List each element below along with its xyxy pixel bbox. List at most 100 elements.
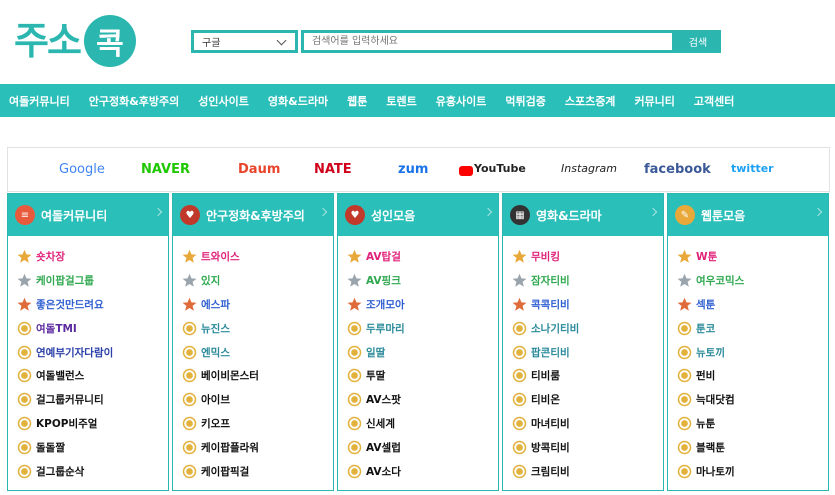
site-link[interactable]: AV소다 <box>347 459 498 483</box>
site-name: 엔믹스 <box>201 346 230 359</box>
site-link[interactable]: AV스팟 <box>347 388 498 412</box>
card-header[interactable]: ♥ 성인모음 <box>338 194 498 236</box>
site-link[interactable]: 티비온 <box>512 388 663 412</box>
site-name: 팝콘티비 <box>531 346 570 359</box>
site-link[interactable]: 무비킹 <box>512 245 663 269</box>
site-link[interactable]: 티비룸 <box>512 364 663 388</box>
brand-link-facebook[interactable]: facebook <box>644 162 711 177</box>
site-link[interactable]: 투딸 <box>347 364 498 388</box>
site-logo[interactable]: 주소 콕 <box>14 14 136 68</box>
site-name: 투딸 <box>366 370 386 383</box>
site-name: 잠자티비 <box>531 275 570 288</box>
site-link[interactable]: W툰 <box>677 245 828 269</box>
site-link[interactable]: 두루마리 <box>347 316 498 340</box>
brand-link-instagram[interactable]: Instagram <box>561 162 617 175</box>
search-engine-select[interactable]: 구글 <box>191 30 298 53</box>
medal-icon <box>182 321 197 336</box>
brand-link-zum[interactable]: zum <box>398 162 428 177</box>
site-link[interactable]: 팝콘티비 <box>512 340 663 364</box>
site-link[interactable]: 트와이스 <box>182 245 333 269</box>
nav-item[interactable]: 안구정화&후방주의 <box>89 93 180 109</box>
nav-item[interactable]: 고객센터 <box>694 93 734 109</box>
nav-item[interactable]: 영화&드라마 <box>268 93 328 109</box>
medal-icon <box>182 440 197 455</box>
site-link[interactable]: 신세계 <box>347 412 498 436</box>
site-link[interactable]: 에스파 <box>182 293 333 317</box>
site-link[interactable]: 케이팝픽걸 <box>182 459 333 483</box>
site-link[interactable]: 블랙툰 <box>677 435 828 459</box>
site-link[interactable]: 여돌밸런스 <box>17 364 168 388</box>
site-name: 베이비몬스터 <box>201 370 259 383</box>
card-header[interactable]: ♥ 안구정화&후방주의 <box>173 194 333 236</box>
site-link[interactable]: 크림티비 <box>512 459 663 483</box>
site-name: 케이팝걸그룹 <box>36 275 94 288</box>
site-link[interactable]: 숏차장 <box>17 245 168 269</box>
site-link[interactable]: 툰코 <box>677 316 828 340</box>
nav-item[interactable]: 유흥사이트 <box>436 93 487 109</box>
medal-icon <box>677 321 692 336</box>
nav-item[interactable]: 스포츠중계 <box>565 93 616 109</box>
nav-item[interactable]: 커뮤니티 <box>634 93 674 109</box>
site-link[interactable]: 뉴툰 <box>677 412 828 436</box>
site-link[interactable]: 마나토끼 <box>677 459 828 483</box>
medal-icon <box>677 368 692 383</box>
site-link[interactable]: 걸그룹커뮤니티 <box>17 388 168 412</box>
search-input[interactable] <box>301 30 675 53</box>
site-name: AV핑크 <box>366 275 401 288</box>
nav-item[interactable]: 토렌트 <box>386 93 416 109</box>
site-link[interactable]: 돌돌짤 <box>17 435 168 459</box>
site-link[interactable]: 뉴진스 <box>182 316 333 340</box>
site-link[interactable]: 마녀티비 <box>512 412 663 436</box>
site-link[interactable]: 케이팝걸그룹 <box>17 269 168 293</box>
nav-item[interactable]: 여돌커뮤니티 <box>9 93 70 109</box>
brand-link-youtube[interactable]: YouTube <box>474 162 526 175</box>
nav-item[interactable]: 성인사이트 <box>198 93 249 109</box>
site-link[interactable]: 케이팝플라워 <box>182 435 333 459</box>
site-link[interactable]: AV탑걸 <box>347 245 498 269</box>
site-link[interactable]: 베이비몬스터 <box>182 364 333 388</box>
site-name: AV스팟 <box>366 394 401 407</box>
card-header[interactable]: ▦ 영화&드라마 <box>503 194 663 236</box>
medal-icon <box>512 368 527 383</box>
site-link[interactable]: 걸그룹순삭 <box>17 459 168 483</box>
site-link[interactable]: 연예부기자다람이 <box>17 340 168 364</box>
site-link[interactable]: 잠자티비 <box>512 269 663 293</box>
star-icon <box>677 273 692 288</box>
site-list: 트와이스 있지 에스파 뉴진스엔믹스베이비몬스터아이브 키오프 케이팝플라워 케이팝픽걸 <box>173 236 333 483</box>
nav-item[interactable]: 먹튀검증 <box>505 93 545 109</box>
star-icon <box>512 249 527 264</box>
site-link[interactable]: KPOP비주얼 <box>17 412 168 436</box>
site-link[interactable]: 소나기티비 <box>512 316 663 340</box>
brand-link-nate[interactable]: NATE <box>314 162 352 177</box>
site-link[interactable]: 일딸 <box>347 340 498 364</box>
site-name: 숏차장 <box>36 251 65 264</box>
site-link[interactable]: 키오프 <box>182 412 333 436</box>
site-link[interactable]: 있지 <box>182 269 333 293</box>
site-link[interactable]: 방콕티비 <box>512 435 663 459</box>
brand-link-twitter[interactable]: twitter <box>731 162 774 175</box>
nav-item[interactable]: 웹툰 <box>347 93 367 109</box>
site-link[interactable]: 늑대닷컴 <box>677 388 828 412</box>
site-link[interactable]: 콕콕티비 <box>512 293 663 317</box>
site-link[interactable]: 여돌TMI <box>17 316 168 340</box>
site-link[interactable]: 섹툰 <box>677 293 828 317</box>
card-header[interactable]: ✎ 웹툰모음 <box>668 194 828 236</box>
site-link[interactable]: 뉴토끼 <box>677 340 828 364</box>
site-link[interactable]: 아이브 <box>182 388 333 412</box>
site-link[interactable]: 엔믹스 <box>182 340 333 364</box>
site-link[interactable]: 조개모아 <box>347 293 498 317</box>
medal-icon <box>347 416 362 431</box>
site-link[interactable]: 여우코믹스 <box>677 269 828 293</box>
site-link[interactable]: AV셀럽 <box>347 435 498 459</box>
brand-link-daum[interactable]: Daum <box>238 162 280 177</box>
site-name: 섹툰 <box>696 298 716 311</box>
site-link[interactable]: AV핑크 <box>347 269 498 293</box>
search-button[interactable]: 검색 <box>675 30 721 53</box>
site-link[interactable]: 좋은것만드려요 <box>17 293 168 317</box>
site-link[interactable]: 펀비 <box>677 364 828 388</box>
site-name: 신세계 <box>366 417 395 430</box>
card-header[interactable]: ≡ 여돌커뮤니티 <box>8 194 168 236</box>
brand-link-naver[interactable]: NAVER <box>141 162 190 177</box>
brand-link-google[interactable]: Google <box>59 162 105 177</box>
star-icon <box>677 249 692 264</box>
